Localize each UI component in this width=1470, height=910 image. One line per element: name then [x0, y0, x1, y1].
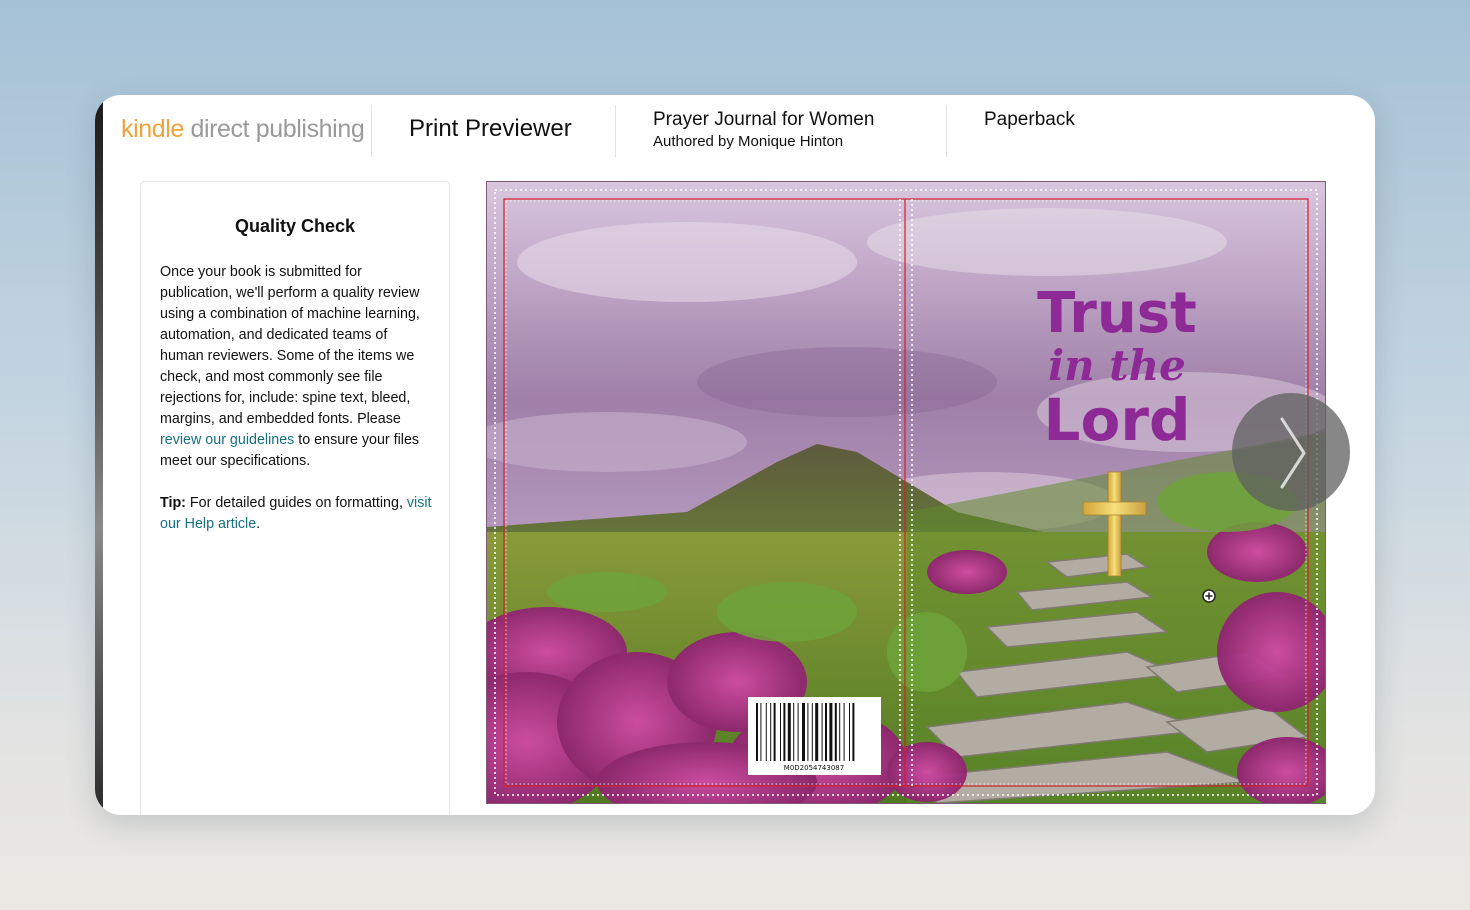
barcode-bar	[770, 703, 772, 761]
quality-check-heading: Quality Check	[234, 216, 356, 236]
next-page-button[interactable]	[1232, 393, 1350, 511]
cover-preview[interactable]: Trust in the Lord M0D2054743087	[486, 181, 1326, 804]
quality-check-panel: Quality Check Once your book is submitte…	[140, 181, 450, 815]
header-bar: kindle direct publishing Print Previewer…	[95, 95, 1375, 175]
barcode-bar	[756, 703, 758, 761]
barcode-bar	[811, 703, 813, 761]
app-title: Print Previewer	[409, 115, 572, 142]
barcode-bar	[802, 703, 805, 761]
barcode-bar	[829, 703, 833, 761]
review-guidelines-link[interactable]: review our guidelines	[160, 432, 294, 448]
plus-circle-icon[interactable]	[1202, 589, 1216, 603]
barcode-bar	[843, 703, 845, 761]
header-divider	[946, 105, 947, 157]
barcode-bar	[783, 703, 786, 761]
barcode-bar	[807, 703, 809, 761]
tip-text: For detailed guides on formatting,	[185, 495, 407, 511]
barcode-bar	[815, 703, 819, 761]
quality-text-before: Once your book is submitted for publicat…	[160, 264, 420, 427]
barcode-bar	[765, 703, 767, 761]
cover-title-line1: Trust	[1037, 281, 1197, 346]
book-format: Paperback	[984, 109, 1075, 130]
barcode-number: M0D2054743087	[784, 764, 844, 772]
cover-title-line3: Lord	[1044, 386, 1191, 454]
quality-check-body: Once your book is submitted for publicat…	[160, 262, 432, 535]
barcode-bar	[839, 703, 841, 761]
barcode-bar	[849, 703, 850, 761]
kdp-logo[interactable]: kindle direct publishing	[121, 115, 365, 144]
barcode-bar	[834, 703, 837, 761]
book-title: Prayer Journal for Women	[653, 109, 875, 130]
quality-check-text: Once your book is submitted for publicat…	[160, 262, 432, 472]
barcode-bar	[760, 703, 762, 761]
barcode-bar	[797, 703, 799, 761]
barcode-bar	[780, 703, 781, 761]
header-divider	[371, 105, 372, 157]
barcode-bar	[787, 703, 791, 761]
chevron-right-icon	[1280, 417, 1306, 489]
barcode: M0D2054743087	[748, 697, 881, 775]
logo-kindle-text: kindle	[121, 115, 184, 143]
tip-paragraph: Tip: For detailed guides on formatting, …	[160, 493, 432, 535]
barcode-bar	[773, 703, 776, 761]
barcode-bar	[825, 703, 827, 761]
print-previewer-window: kindle direct publishing Print Previewer…	[95, 95, 1375, 815]
logo-rest-text: direct publishing	[183, 115, 365, 143]
header-divider	[615, 105, 616, 157]
tip-label: Tip:	[160, 495, 186, 511]
window-edge	[95, 95, 103, 815]
barcode-bar	[852, 703, 855, 761]
barcode-bar	[821, 703, 823, 761]
tip-suffix: .	[256, 516, 261, 532]
book-author: Authored by Monique Hinton	[653, 133, 844, 150]
cover-title-line2: in the	[1048, 341, 1186, 390]
barcode-bar	[793, 703, 795, 761]
